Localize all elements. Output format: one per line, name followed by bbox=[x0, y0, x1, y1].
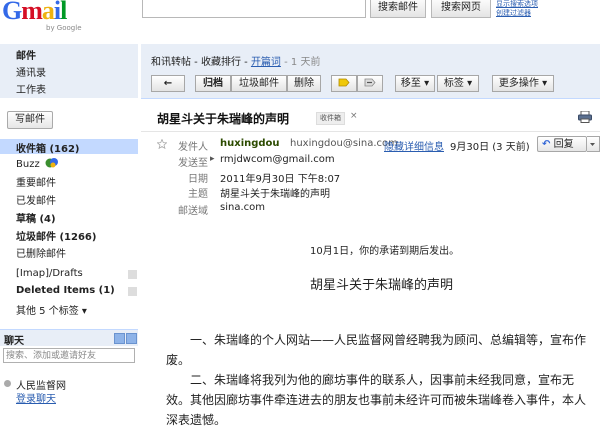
body-paragraph-1: 一、朱瑞峰的个人网站——人民监督网曾经聘我为顾问、总编辑等，宣布作废。 bbox=[166, 333, 587, 367]
folder-drafts[interactable]: 草稿 (4) bbox=[16, 210, 56, 225]
message-date-short: 9月30日 (3 天前) bbox=[450, 142, 530, 153]
search-mail-button[interactable]: 搜索邮件 bbox=[370, 0, 426, 18]
chat-minimize-icon[interactable] bbox=[126, 333, 137, 344]
body-title: 胡星斗关于朱瑞峰的声明 bbox=[310, 278, 454, 293]
mailed-by-label: 邮送域 bbox=[178, 206, 208, 217]
mark-important-button[interactable] bbox=[331, 75, 357, 92]
labels-button[interactable]: 标签 ▾ bbox=[437, 75, 479, 92]
body-paragraph-2: 二、朱瑞峰将我列为他的廊坊事件的联系人，因事前未经我同意，宣布无效。其他因廊坊事… bbox=[166, 373, 587, 427]
print-icon[interactable] bbox=[578, 111, 592, 123]
folder-important[interactable]: 重要邮件 bbox=[16, 174, 56, 189]
reply-arrow-icon: ↶ bbox=[542, 139, 551, 150]
show-search-options-link[interactable]: 显示搜索选项 bbox=[496, 0, 538, 9]
hide-details-link[interactable]: 隐藏详细信息 bbox=[384, 138, 444, 153]
report-spam-button[interactable]: 垃圾邮件 bbox=[231, 75, 287, 92]
to-label: 发送至 bbox=[178, 158, 208, 169]
breadcrumb-age: - 1 天前 bbox=[280, 57, 321, 68]
star-icon[interactable] bbox=[157, 139, 167, 149]
remove-label-button[interactable]: × bbox=[350, 111, 358, 121]
gmail-wordmark: Gmail bbox=[2, 0, 67, 26]
app-switcher: 邮件 通讯录 工作表 bbox=[0, 44, 138, 98]
date-label: 日期 bbox=[188, 174, 208, 185]
chevron-down-icon bbox=[590, 143, 595, 146]
nav-contacts[interactable]: 通讯录 bbox=[16, 64, 46, 79]
nav-mail[interactable]: 邮件 bbox=[16, 47, 36, 62]
subject-divider bbox=[141, 131, 600, 132]
message-toolbar: ← 归档 垃圾邮件 删除 移至 ▾ 标签 ▾ 更多操作 ▾ bbox=[141, 71, 600, 99]
label-deleted-items[interactable]: Deleted Items (1) bbox=[16, 285, 115, 296]
label-color-square[interactable] bbox=[128, 287, 137, 296]
more-labels-link[interactable]: 其他 5 个标签 ▾ bbox=[16, 302, 87, 317]
chat-options-icon[interactable] bbox=[114, 333, 125, 344]
logo-letter-g: G bbox=[2, 0, 22, 25]
folder-buzz[interactable]: Buzz bbox=[16, 157, 59, 170]
chat-search-input[interactable]: 搜索、添加或邀请好友 bbox=[3, 348, 135, 363]
subject-label: 主题 bbox=[188, 189, 208, 200]
delete-button[interactable]: 删除 bbox=[287, 75, 321, 92]
reply-options-button[interactable] bbox=[587, 136, 600, 152]
not-important-marker-icon bbox=[364, 78, 376, 87]
sender-email: huxingdou@sina.com bbox=[290, 138, 398, 149]
chat-title: 聊天 bbox=[4, 336, 24, 347]
to-toggle-icon[interactable]: ▸ bbox=[210, 154, 215, 164]
mailed-by-value: sina.com bbox=[220, 202, 265, 213]
gmail-logo[interactable]: Gmail by Google bbox=[2, 0, 88, 34]
message-subject: 胡星斗关于朱瑞峰的声明 bbox=[157, 112, 290, 126]
compose-button[interactable]: 写邮件 bbox=[7, 111, 53, 129]
label-imap-drafts[interactable]: [Imap]/Drafts bbox=[16, 268, 83, 279]
logo-letter-m: m bbox=[21, 0, 43, 25]
breadcrumb-prefix: 和讯转帖 - 收藏排行 - bbox=[151, 57, 251, 68]
buzz-icon bbox=[45, 158, 58, 168]
folder-inbox[interactable]: 收件箱 (162) bbox=[16, 140, 80, 155]
mail-search-input[interactable] bbox=[142, 0, 366, 18]
mark-not-important-button[interactable] bbox=[357, 75, 383, 92]
back-button[interactable]: ← bbox=[151, 75, 185, 92]
folder-sent[interactable]: 已发邮件 bbox=[16, 192, 56, 207]
logo-letter-l: l bbox=[60, 0, 67, 25]
label-color-square[interactable] bbox=[128, 270, 137, 279]
folder-spam[interactable]: 垃圾邮件 (1266) bbox=[16, 228, 96, 243]
search-option-links: 显示搜索选项 创建过滤器 bbox=[496, 0, 538, 18]
folder-buzz-label: Buzz bbox=[16, 159, 40, 170]
archive-button[interactable]: 归档 bbox=[195, 75, 231, 92]
sender-name[interactable]: huxingdou bbox=[220, 138, 280, 149]
from-label: 发件人 bbox=[178, 142, 208, 153]
breadcrumb: 和讯转帖 - 收藏排行 - 开篇词 - 1 天前 bbox=[141, 44, 600, 71]
logo-letter-a: a bbox=[41, 0, 55, 25]
chat-header: 聊天 bbox=[0, 329, 138, 347]
status-offline-icon bbox=[4, 380, 11, 387]
recipient-email: rmjdwcom@gmail.com bbox=[220, 154, 335, 165]
by-google-label: by Google bbox=[46, 24, 82, 32]
breadcrumb-link[interactable]: 开篇词 bbox=[251, 57, 281, 68]
folder-trash[interactable]: 已删除邮件 bbox=[16, 245, 66, 260]
message-date-full: 2011年9月30日 下午8:07 bbox=[220, 174, 341, 185]
more-actions-button[interactable]: 更多操作 ▾ bbox=[492, 75, 554, 92]
inbox-label-tag: 收件箱 bbox=[316, 112, 345, 125]
important-marker-icon bbox=[338, 78, 350, 87]
body-notice: 10月1日，你的承诺到期后发出。 bbox=[310, 246, 460, 257]
chat-login-link[interactable]: 登录聊天 bbox=[16, 390, 56, 405]
reply-button[interactable]: ↶ 回复 bbox=[537, 136, 587, 152]
create-filter-link[interactable]: 创建过滤器 bbox=[496, 9, 538, 18]
reply-label: 回复 bbox=[553, 139, 574, 150]
subject-value: 胡星斗关于朱瑞峰的声明 bbox=[220, 189, 330, 200]
nav-tasks[interactable]: 工作表 bbox=[16, 81, 46, 96]
move-to-button[interactable]: 移至 ▾ bbox=[395, 75, 435, 92]
search-web-button[interactable]: 搜索网页 bbox=[431, 0, 491, 18]
